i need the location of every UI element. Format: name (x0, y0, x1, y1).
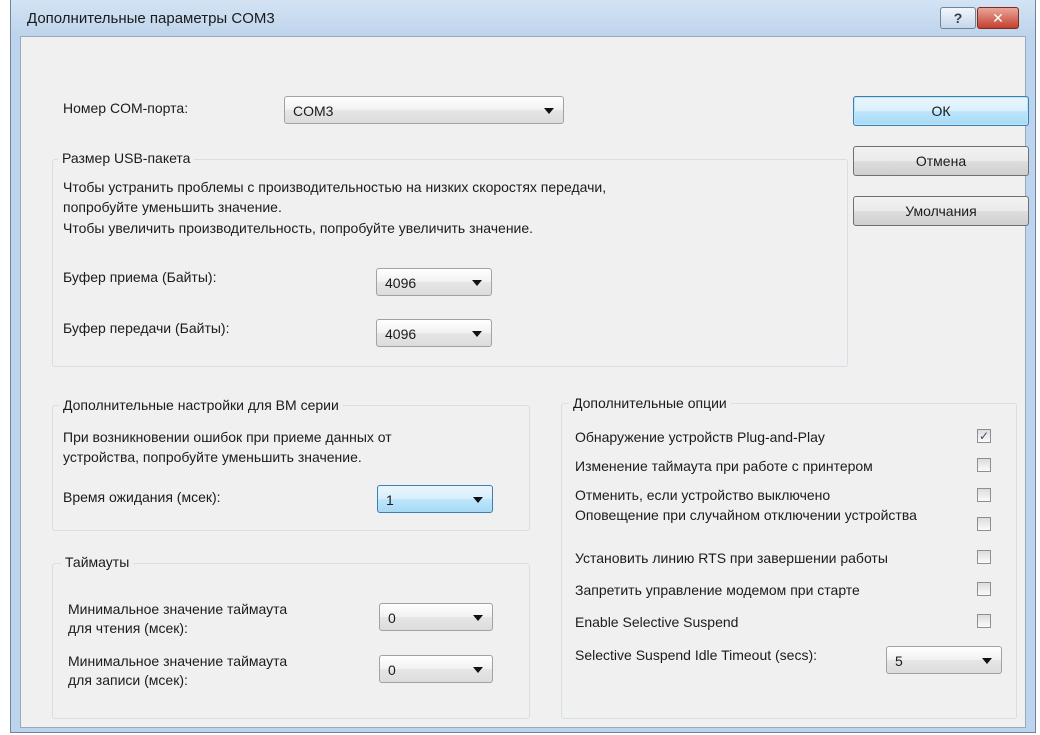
usb-packet-group-title: Размер USB-пакета (58, 150, 195, 166)
read-timeout-value: 0 (388, 610, 396, 626)
checkbox-pnp[interactable]: ✓ (977, 429, 991, 443)
tx-buffer-value: 4096 (385, 326, 417, 342)
bm-settings-group-title: Дополнительные настройки для BM серии (59, 397, 343, 413)
bm-desc-line2: устройства, попробуйте уменьшить значени… (63, 449, 362, 465)
close-button[interactable]: ✕ (977, 7, 1019, 29)
timeouts-group (52, 563, 530, 719)
checkbox-cancel-power-off[interactable] (977, 488, 991, 502)
chevron-down-icon (544, 108, 554, 114)
checkbox-set-rts[interactable] (977, 550, 991, 564)
usb-desc-line3: Чтобы увеличить производительность, попр… (63, 220, 534, 236)
cancel-button-label: Отмена (915, 153, 967, 169)
options-group-title: Дополнительные опции (569, 395, 731, 411)
timeouts-group-title: Таймауты (61, 554, 134, 570)
idle-timeout-value: 5 (895, 653, 903, 669)
option-label-selective-suspend: Enable Selective Suspend (575, 614, 739, 630)
write-timeout-dropdown[interactable]: 0 (379, 655, 493, 683)
read-timeout-label-line2: для чтения (мсек): (68, 620, 188, 636)
usb-desc-line1: Чтобы устранить проблемы с производитель… (63, 179, 607, 195)
latency-label: Время ожидания (мсек): (63, 489, 221, 505)
usb-desc-line2: попробуйте уменьшить значение. (63, 199, 282, 215)
option-label-cancel-power-off: Отменить, если устройство выключено (575, 487, 831, 503)
close-icon: ✕ (992, 9, 1004, 26)
chevron-down-icon (472, 280, 482, 286)
idle-timeout-dropdown[interactable]: 5 (886, 646, 1002, 674)
checkmark-icon: ✓ (978, 429, 990, 443)
option-label-printer-timeout: Изменение таймаута при работе с принтеро… (575, 458, 873, 474)
checkbox-selective-suspend[interactable] (977, 614, 991, 628)
read-timeout-label-line1: Минимальное значение таймаута (68, 601, 288, 617)
defaults-button[interactable]: Умолчания (853, 196, 1029, 226)
com-port-dropdown[interactable]: COM3 (284, 96, 564, 124)
rx-buffer-label: Буфер приема (Байты): (63, 269, 217, 285)
com-port-value: COM3 (293, 103, 334, 119)
title-bar[interactable]: Дополнительные параметры COM3 ? ✕ (11, 0, 1035, 36)
latency-dropdown[interactable]: 1 (377, 485, 493, 513)
rx-buffer-value: 4096 (385, 275, 417, 291)
option-label-disable-modem-ctrl: Запретить управление модемом при старте (575, 582, 860, 598)
ok-button[interactable]: ОК (853, 96, 1029, 126)
window-title: Дополнительные параметры COM3 (27, 10, 275, 27)
ok-button-label: ОК (931, 103, 951, 119)
cancel-button[interactable]: Отмена (853, 146, 1029, 176)
question-icon: ? (953, 10, 963, 26)
option-label-surprise-removal-text: Оповещение при случайном отключении устр… (575, 507, 917, 523)
write-timeout-label-line2: для записи (мсек): (68, 672, 188, 688)
write-timeout-label-line1: Минимальное значение таймаута (68, 653, 288, 669)
tx-buffer-dropdown[interactable]: 4096 (376, 319, 492, 347)
defaults-button-label: Умолчания (905, 203, 977, 219)
checkbox-surprise-removal[interactable] (977, 517, 991, 531)
com-port-label: Номер COM-порта: (63, 100, 189, 116)
dialog-client-area: Номер COM-порта: COM3 ОК Отмена Умолчани… (20, 36, 1029, 728)
option-label-pnp: Обнаружение устройств Plug-and-Play (575, 429, 825, 445)
chevron-down-icon (473, 497, 483, 503)
chevron-down-icon (472, 331, 482, 337)
bm-desc-line1: При возникновении ошибок при приеме данн… (63, 429, 392, 445)
latency-value: 1 (386, 492, 394, 508)
help-button[interactable]: ? (940, 7, 976, 29)
read-timeout-dropdown[interactable]: 0 (379, 603, 493, 631)
tx-buffer-label: Буфер передачи (Байты): (63, 320, 230, 336)
checkbox-printer-timeout[interactable] (977, 458, 991, 472)
chevron-down-icon (473, 615, 483, 621)
dialog-window: Дополнительные параметры COM3 ? ✕ Номер … (10, 0, 1036, 733)
option-label-surprise-removal: Оповещение при случайном отключении устр… (575, 507, 970, 523)
option-label-set-rts: Установить линию RTS при завершении рабо… (575, 550, 888, 566)
write-timeout-value: 0 (388, 662, 396, 678)
chevron-down-icon (473, 667, 483, 673)
chevron-down-icon (982, 658, 992, 664)
checkbox-disable-modem-ctrl[interactable] (977, 582, 991, 596)
rx-buffer-dropdown[interactable]: 4096 (376, 268, 492, 296)
idle-timeout-label: Selective Suspend Idle Timeout (secs): (575, 647, 818, 663)
